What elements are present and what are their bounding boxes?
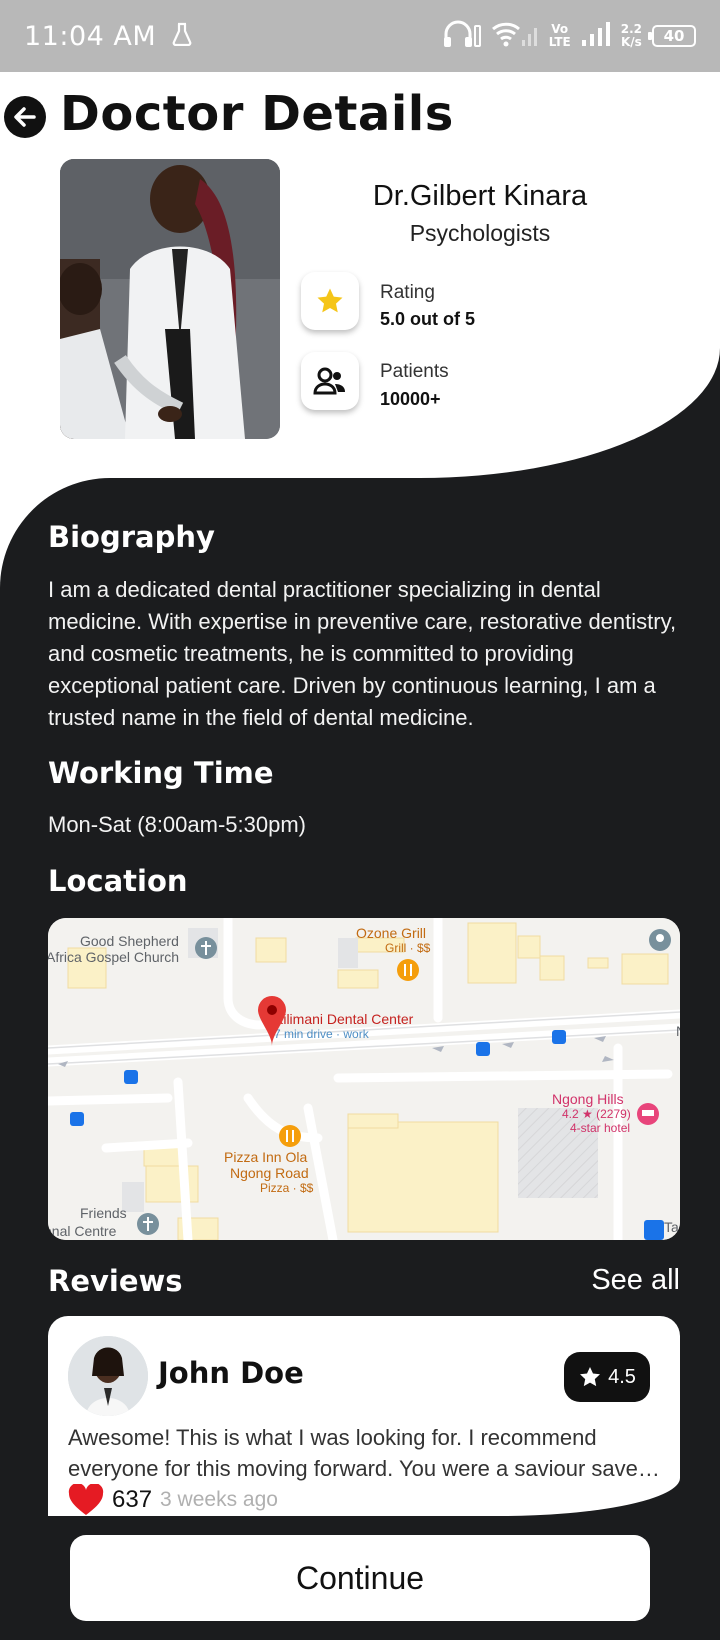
flask-icon bbox=[172, 22, 192, 50]
headphones-icon bbox=[443, 20, 481, 52]
map-label-friends: Friends bbox=[80, 1205, 127, 1221]
avatar bbox=[68, 1336, 148, 1416]
map-label-church-2: Africa Gospel Church bbox=[48, 949, 179, 965]
hotel-marker-icon bbox=[637, 1103, 659, 1125]
map-label-hotel-rating: 4.2 ★ (2279) bbox=[562, 1107, 631, 1121]
status-icons: Vo LTE 2.2 K/s 40 bbox=[443, 20, 696, 52]
arrow-left-icon bbox=[14, 107, 36, 127]
review-meta: 637 3 weeks ago bbox=[68, 1484, 278, 1516]
rating-label: Rating bbox=[380, 282, 435, 303]
doctor-specialty: Psychologists bbox=[409, 220, 551, 246]
star-icon bbox=[317, 288, 343, 313]
map-label-hotel-sub: 4-star hotel bbox=[570, 1121, 630, 1135]
continue-button[interactable]: Continue bbox=[70, 1535, 650, 1621]
working-hours: Mon-Sat (8:00am-5:30pm) bbox=[48, 812, 306, 837]
patients-label: Patients bbox=[380, 361, 449, 382]
restaurant-marker-icon bbox=[397, 959, 419, 981]
patients-value: 10000+ bbox=[380, 389, 441, 409]
see-all-link[interactable]: See all bbox=[591, 1264, 680, 1297]
map-label-hotel: Ngong Hills bbox=[552, 1091, 624, 1107]
people-icon bbox=[313, 367, 345, 395]
map-label-friends-2: onal Centre bbox=[48, 1223, 117, 1239]
reviewer-name: John Doe bbox=[158, 1356, 304, 1390]
map-label-pizza-1: Pizza Inn Ola bbox=[224, 1149, 307, 1165]
status-time: 11:04 AM bbox=[24, 20, 157, 52]
review-rating-badge: 4.5 bbox=[564, 1352, 650, 1402]
location-map[interactable]: Good Shepherd Africa Gospel Church Frien… bbox=[48, 918, 680, 1240]
map-label-grill: Ozone Grill bbox=[356, 925, 426, 941]
likes-count: 637 bbox=[112, 1486, 153, 1513]
map-label-pin: Kilimani Dental Center bbox=[274, 1011, 414, 1027]
rating-icon-box bbox=[301, 272, 359, 330]
biography-title: Biography bbox=[48, 520, 215, 554]
doctor-photo bbox=[60, 159, 280, 439]
network-type: Vo LTE bbox=[548, 22, 571, 49]
working-time-title: Working Time bbox=[48, 756, 274, 790]
map-label-church: Good Shepherd bbox=[80, 933, 179, 949]
review-card[interactable]: John Doe 4.5 Awesome! This is what I was… bbox=[48, 1316, 680, 1516]
star-icon bbox=[580, 1367, 601, 1387]
map-label-edge: N bbox=[676, 1023, 680, 1039]
heart-icon[interactable] bbox=[68, 1484, 104, 1516]
rating-value: 5.0 out of 5 bbox=[380, 309, 476, 329]
reviews-title: Reviews bbox=[48, 1264, 183, 1298]
status-bar: 11:04 AM Vo LTE 2.2 K/s 40 bbox=[0, 0, 720, 72]
map-label-grill-sub: Grill · $$ bbox=[385, 941, 431, 955]
biography-text: I am a dedicated dental practitioner spe… bbox=[48, 577, 677, 730]
patients-icon-box bbox=[301, 352, 359, 410]
map-label-pin-sub: 7 min drive · work bbox=[274, 1027, 370, 1041]
church-marker-icon bbox=[195, 937, 217, 959]
page-title: Doctor Details bbox=[60, 86, 454, 142]
church-marker-icon-2 bbox=[137, 1213, 159, 1235]
review-rating-value: 4.5 bbox=[608, 1365, 636, 1388]
signal-icon bbox=[581, 21, 611, 51]
location-title: Location bbox=[48, 864, 188, 898]
restaurant-marker-icon-2 bbox=[279, 1125, 301, 1147]
wifi-icon bbox=[491, 20, 539, 52]
review-time: 3 weeks ago bbox=[160, 1488, 278, 1511]
battery-icon: 40 bbox=[648, 25, 696, 47]
map-label-pizza-sub: Pizza · $$ bbox=[260, 1181, 314, 1195]
place-marker-icon bbox=[649, 929, 671, 951]
map-label-pizza-2: Ngong Road bbox=[230, 1165, 309, 1181]
back-button[interactable] bbox=[4, 96, 46, 138]
map-label-edge-2: Ta bbox=[664, 1219, 679, 1235]
doctor-name: Dr.Gilbert Kinara bbox=[372, 180, 588, 212]
review-text: Awesome! This is what I was looking for.… bbox=[68, 1425, 651, 1481]
doctor-header-card: Doctor Details Dr.Gilbert Kinara Psychol… bbox=[0, 72, 720, 478]
network-speed: 2.2 K/s bbox=[620, 22, 642, 49]
